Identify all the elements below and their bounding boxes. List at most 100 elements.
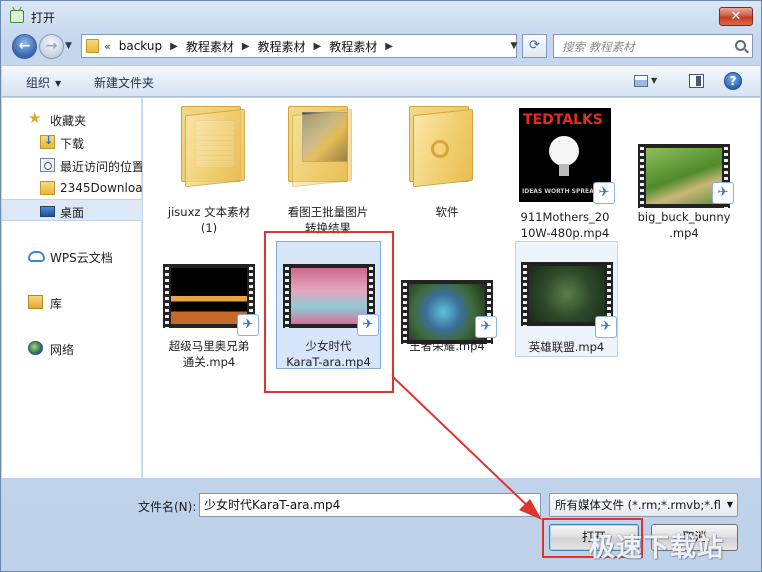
- sidebar-item-label: 桌面: [60, 206, 85, 220]
- player-badge-icon: ✈: [595, 316, 617, 338]
- chevron-right-icon[interactable]: ▶: [314, 41, 322, 52]
- sidebar-item-recent[interactable]: 最近访问的位置: [2, 154, 142, 176]
- address-bar[interactable]: « backup ▶ 教程素材 ▶ 教程素材 ▶ 教程素材 ▶: [81, 34, 517, 58]
- navigation-pane[interactable]: ★ 收藏夹 下载 最近访问的位置 2345Downloads 桌面 WPS云文档…: [2, 98, 142, 478]
- gear-icon: [431, 140, 449, 158]
- file-type-select[interactable]: 所有媒体文件 (*.rm;*.rmvb;*.fl ▼: [549, 493, 738, 517]
- desktop-icon: [40, 206, 55, 217]
- history-dropdown-icon[interactable]: ▼: [65, 41, 77, 51]
- sidebar-item-label: 网络: [50, 343, 75, 357]
- list-item-video[interactable]: ✈ 超级马里奥兄弟 通关.mp4: [159, 244, 259, 374]
- file-name: 软件: [435, 205, 459, 219]
- filename-input[interactable]: 少女时代KaraT-ara.mp4: [199, 493, 541, 517]
- library-icon: [28, 295, 43, 309]
- close-button[interactable]: ✕: [719, 7, 753, 26]
- lightbulb-icon: [549, 136, 579, 176]
- file-name: 911Mothers_20 10W-480p.mp4: [520, 210, 610, 240]
- sidebar-item-wps-cloud[interactable]: WPS云文档: [2, 245, 142, 267]
- chevron-right-icon[interactable]: ▶: [170, 41, 178, 52]
- network-icon: [28, 341, 43, 355]
- sidebar-item-label: 下载: [60, 137, 85, 151]
- sidebar-item-label: WPS云文档: [50, 251, 113, 265]
- back-button[interactable]: ←: [12, 34, 37, 59]
- view-dropdown-icon[interactable]: ▼: [651, 76, 657, 85]
- filename-label: 文件名(N):: [138, 500, 197, 514]
- sidebar-item-desktop[interactable]: 桌面: [2, 199, 142, 221]
- sidebar-item-favorites[interactable]: ★ 收藏夹: [2, 108, 142, 130]
- sidebar-item-label: 最近访问的位置: [60, 160, 142, 174]
- list-item-folder[interactable]: jisuxz 文本素材 (1): [159, 104, 259, 235]
- breadcrumb: « backup ▶ 教程素材 ▶ 教程素材 ▶ 教程素材 ▶: [104, 35, 401, 57]
- list-item-video[interactable]: ✈ 英雄联盟.mp4: [515, 241, 618, 357]
- breadcrumb-item[interactable]: 教程素材: [258, 38, 306, 55]
- help-icon[interactable]: ?: [724, 72, 742, 90]
- sidebar-item-libraries[interactable]: 库: [2, 291, 142, 313]
- file-type-value: 所有媒体文件 (*.rm;*.rmvb;*.fl: [555, 498, 721, 512]
- thumbnail-image: [409, 284, 485, 340]
- recent-places-icon: [40, 158, 55, 172]
- highlight-box-selected-file: [264, 231, 394, 393]
- file-list[interactable]: jisuxz 文本素材 (1) 看图王批量图片 转换结果 软件 TEDTALKS: [143, 98, 760, 478]
- file-name: 王者荣耀.mp4: [409, 339, 485, 353]
- breadcrumb-item[interactable]: 教程素材: [329, 38, 377, 55]
- player-badge-icon: ✈: [712, 182, 734, 204]
- change-view-icon[interactable]: [634, 75, 648, 87]
- folder-icon: [86, 39, 99, 53]
- search-input[interactable]: 搜索 教程素材: [553, 34, 753, 58]
- address-dropdown-icon[interactable]: ▼: [507, 34, 521, 58]
- title-bar[interactable]: 打开 ✕: [1, 1, 761, 31]
- list-item-video[interactable]: ✈ big_buck_bunny .mp4: [634, 104, 734, 240]
- app-icon: [10, 10, 24, 23]
- file-name: 超级马里奥兄弟 通关.mp4: [168, 339, 250, 369]
- cloud-icon: [28, 251, 45, 262]
- breadcrumb-item[interactable]: backup: [119, 39, 162, 53]
- download-folder-icon: [40, 134, 55, 149]
- search-icon[interactable]: [735, 40, 746, 51]
- preview-pane-icon[interactable]: [689, 74, 704, 88]
- thumbnail-image: [646, 148, 722, 204]
- thumbnail-image: [171, 268, 247, 324]
- list-item-video[interactable]: TEDTALKS IDEAS WORTH SPREADING ✈ 911Moth…: [515, 104, 615, 240]
- organize-label: 组织: [26, 76, 51, 90]
- sidebar-item-2345downloads[interactable]: 2345Downloads: [2, 177, 142, 199]
- list-item-video[interactable]: ✈ 王者荣耀.mp4: [397, 244, 497, 374]
- breadcrumb-item[interactable]: 教程素材: [186, 38, 234, 55]
- folder-icon: [40, 181, 55, 195]
- star-icon: ★: [28, 109, 42, 127]
- organize-button[interactable]: 组织 ▼: [26, 74, 61, 91]
- sidebar-item-label: 库: [50, 297, 63, 311]
- file-name: big_buck_bunny .mp4: [637, 210, 731, 240]
- file-name: jisuxz 文本素材 (1): [167, 205, 251, 235]
- forward-button[interactable]: →: [39, 34, 64, 59]
- chevron-right-icon[interactable]: ▶: [242, 41, 250, 52]
- chevron-down-icon: ▼: [726, 500, 733, 509]
- command-bar: 组织 ▼ 新建文件夹 ▼ ?: [2, 65, 760, 97]
- player-badge-icon: ✈: [475, 316, 497, 338]
- window-title: 打开: [31, 11, 56, 25]
- folder-icon: [288, 106, 352, 188]
- file-name: 英雄联盟.mp4: [528, 340, 605, 354]
- sidebar-item-network[interactable]: 网络: [2, 337, 142, 359]
- folder-icon: [409, 106, 473, 188]
- sidebar-item-downloads[interactable]: 下载: [2, 131, 142, 153]
- sidebar-item-label: 收藏夹: [50, 114, 87, 128]
- search-placeholder: 搜索 教程素材: [562, 40, 635, 54]
- player-badge-icon: ✈: [237, 314, 259, 336]
- list-item-folder[interactable]: 软件: [397, 104, 497, 234]
- thumbnail-image: [529, 266, 605, 322]
- player-badge-icon: ✈: [593, 182, 615, 204]
- refresh-icon: ⟳: [529, 38, 540, 53]
- watermark: 极速下载站: [589, 533, 725, 563]
- ted-logo: TEDTALKS: [523, 112, 603, 128]
- sidebar-item-label: 2345Downloads: [60, 181, 142, 195]
- chevron-right-icon[interactable]: ▶: [385, 41, 393, 52]
- folder-front: [292, 108, 352, 188]
- new-folder-button[interactable]: 新建文件夹: [94, 74, 154, 91]
- open-dialog: 打开 ✕ ← → ▼ « backup ▶ 教程素材 ▶ 教程素材 ▶ 教程素材…: [0, 0, 762, 572]
- folder-front: [185, 108, 245, 188]
- folder-icon: [181, 106, 245, 188]
- list-item-folder[interactable]: 看图王批量图片 转换结果: [278, 104, 378, 235]
- breadcrumb-overflow[interactable]: «: [104, 40, 111, 53]
- refresh-button[interactable]: ⟳: [522, 34, 547, 58]
- chevron-down-icon: ▼: [55, 79, 62, 88]
